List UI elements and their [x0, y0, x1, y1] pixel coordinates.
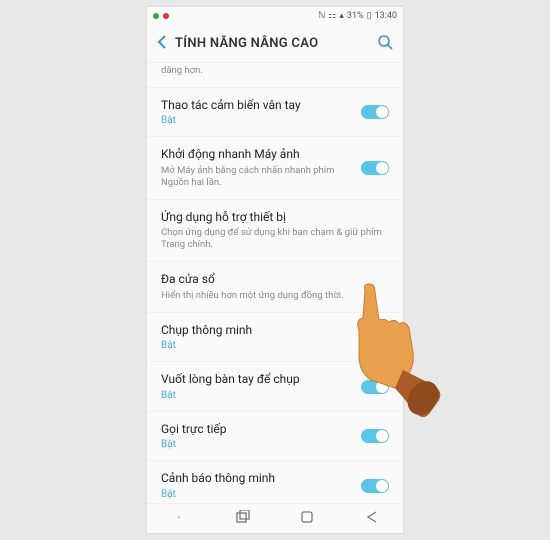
item-subtitle: dàng hơn.	[161, 65, 389, 77]
item-title: Khởi động nhanh Máy ảnh	[161, 147, 353, 163]
list-item-direct-call[interactable]: Gọi trực tiếp Bật	[147, 412, 403, 462]
item-title: Vuốt lòng bàn tay để chụp	[161, 372, 353, 388]
status-bar: ℕ ⚏ ▴ 31% ▯ 13:40	[147, 7, 403, 25]
item-title: Ứng dụng hỗ trợ thiết bị	[161, 210, 389, 226]
page-title: TÍNH NĂNG NÂNG CAO	[175, 36, 377, 51]
app-bar: TÍNH NĂNG NÂNG CAO	[147, 25, 403, 63]
list-item-smart-alert[interactable]: Cảnh báo thông minh Bật	[147, 461, 403, 503]
item-title: Gọi trực tiếp	[161, 422, 353, 438]
notification-dot	[163, 13, 169, 19]
list-item-multiwindow[interactable]: Đa cửa sổ Hiển thị nhiều hơn một ứng dụn…	[147, 262, 403, 312]
notification-dot	[153, 13, 159, 19]
item-subtitle: Chọn ứng dụng để sử dụng khi bạn chạm & …	[161, 227, 389, 251]
navigation-bar: ·	[147, 503, 403, 533]
item-title: Chụp thông minh	[161, 323, 389, 339]
signal-icon: ▴	[339, 11, 344, 21]
toggle-switch[interactable]	[361, 161, 389, 175]
battery-text: 31%	[347, 11, 364, 21]
search-button[interactable]	[377, 34, 393, 54]
item-title: Đa cửa sổ	[161, 272, 389, 288]
item-subtitle: Hiển thị nhiều hơn một ứng dụng đồng thờ…	[161, 290, 389, 302]
item-title: Thao tác cảm biến vân tay	[161, 98, 353, 114]
toggle-switch[interactable]	[361, 429, 389, 443]
item-status: Bật	[161, 489, 353, 500]
settings-list: dàng hơn. Thao tác cảm biến vân tay Bật …	[147, 63, 403, 503]
list-item[interactable]: dàng hơn.	[147, 63, 403, 88]
list-item-quick-camera[interactable]: Khởi động nhanh Máy ảnh Mở Máy ảnh bằng …	[147, 137, 403, 199]
item-status: Bật	[161, 115, 353, 126]
list-item-assist-app[interactable]: Ứng dụng hỗ trợ thiết bị Chọn ứng dụng đ…	[147, 200, 403, 262]
list-item-smart-capture[interactable]: Chụp thông minh Bật	[147, 313, 403, 363]
nfc-icon: ℕ	[318, 11, 325, 21]
nav-back-button[interactable]	[351, 510, 391, 528]
nav-recents-button[interactable]	[223, 510, 263, 528]
list-item-palm-swipe[interactable]: Vuốt lòng bàn tay để chụp Bật	[147, 362, 403, 412]
wifi-icon: ⚏	[328, 11, 336, 21]
phone-frame: ℕ ⚏ ▴ 31% ▯ 13:40 TÍNH NĂNG NÂNG CAO dàn…	[147, 7, 403, 533]
toggle-switch[interactable]	[361, 105, 389, 119]
list-item-fingerprint[interactable]: Thao tác cảm biến vân tay Bật	[147, 88, 403, 138]
toggle-switch[interactable]	[361, 380, 389, 394]
nav-home-button[interactable]	[287, 510, 327, 528]
item-status: Bật	[161, 390, 353, 401]
item-title: Cảnh báo thông minh	[161, 471, 353, 487]
clock-text: 13:40	[375, 11, 397, 21]
back-button[interactable]	[157, 34, 167, 53]
item-status: Bật	[161, 340, 389, 351]
item-status: Bật	[161, 439, 353, 450]
battery-icon: ▯	[367, 11, 372, 21]
toggle-switch[interactable]	[361, 479, 389, 493]
item-subtitle: Mở Máy ảnh bằng cách nhấn nhanh phím Ngu…	[161, 165, 353, 189]
nav-hide-button[interactable]: ·	[159, 511, 199, 526]
